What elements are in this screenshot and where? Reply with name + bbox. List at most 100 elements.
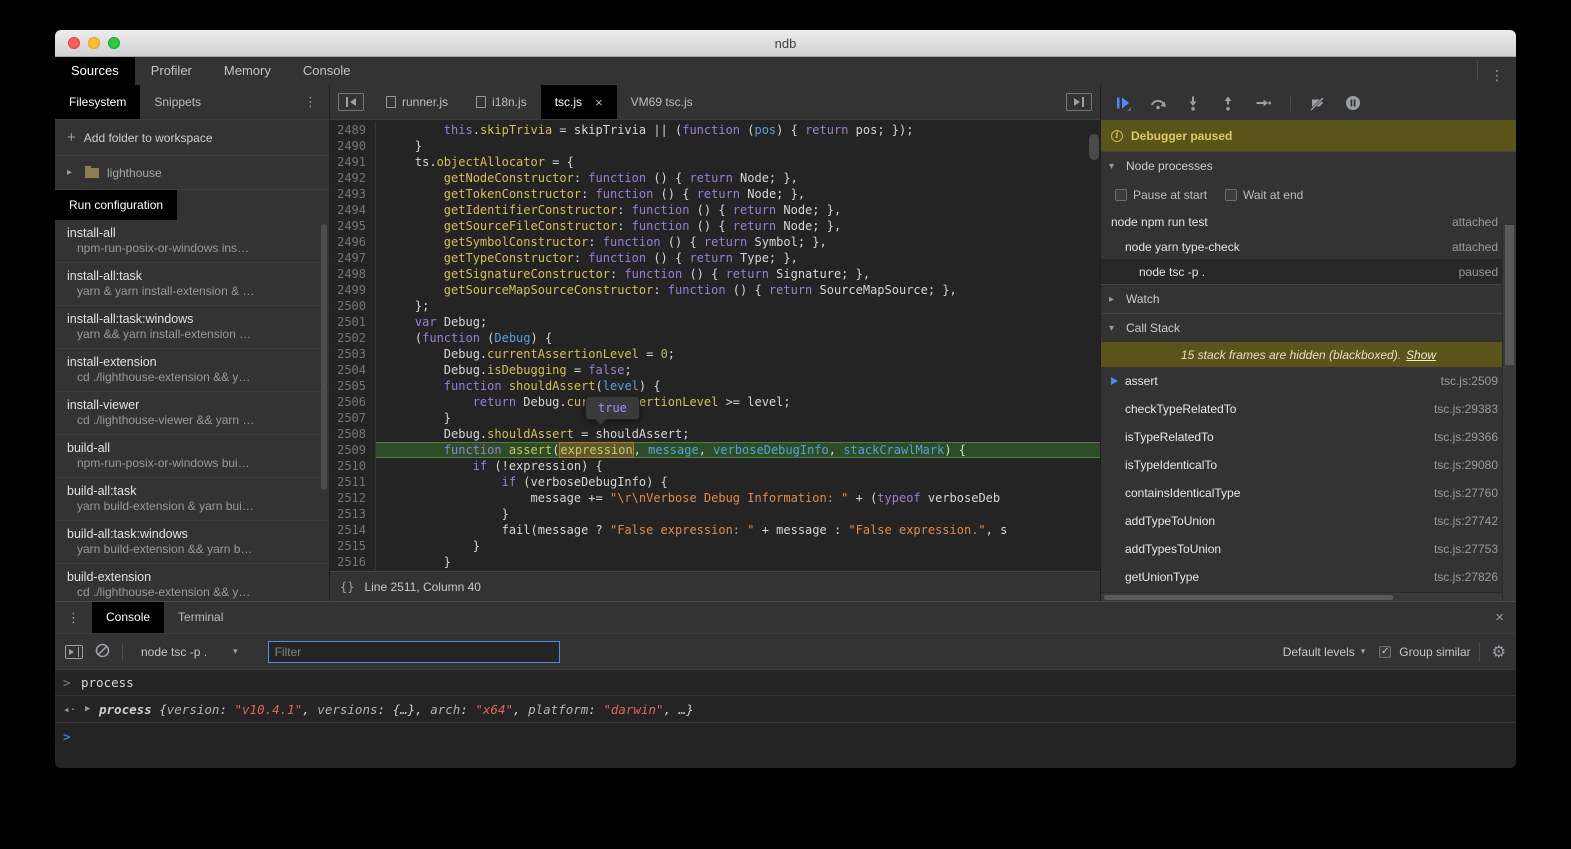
right-panel-hscrollbar[interactable] bbox=[1101, 592, 1502, 601]
code-line[interactable]: 2491 ts.objectAllocator = { bbox=[330, 154, 1100, 170]
line-number[interactable]: 2499 bbox=[330, 282, 376, 298]
run-config-item[interactable]: install-extensioncd ./lighthouse-extensi… bbox=[55, 349, 329, 392]
console-menu-icon[interactable]: ⋮ bbox=[55, 610, 92, 626]
execution-context-select[interactable]: node tsc -p . ▾ bbox=[135, 645, 244, 659]
step-into-button[interactable] bbox=[1185, 95, 1201, 111]
step-out-button[interactable] bbox=[1220, 95, 1236, 111]
more-options-icon[interactable]: ⋮ bbox=[1477, 61, 1516, 81]
main-tab-profiler[interactable]: Profiler bbox=[135, 57, 208, 85]
line-number[interactable]: 2502 bbox=[330, 330, 376, 346]
run-config-item[interactable]: install-all:task:windowsyarn && yarn ins… bbox=[55, 306, 329, 349]
line-number[interactable]: 2510 bbox=[330, 458, 376, 474]
code-line[interactable]: 2493 getTokenConstructor: function () { … bbox=[330, 186, 1100, 202]
line-number[interactable]: 2501 bbox=[330, 314, 376, 330]
sidebar-tab-snippets[interactable]: Snippets bbox=[140, 85, 215, 119]
right-panel-vscrollbar[interactable] bbox=[1502, 225, 1516, 601]
console-tab-console[interactable]: Console bbox=[92, 602, 164, 633]
code-line[interactable]: 2512 message += "\r\nVerbose Debug Infor… bbox=[330, 490, 1100, 506]
sidebar-tab-filesystem[interactable]: Filesystem bbox=[55, 85, 140, 119]
line-number[interactable]: 2509 bbox=[330, 442, 376, 458]
add-folder-button[interactable]: + Add folder to workspace bbox=[55, 120, 329, 156]
checkbox-wait-at-end[interactable] bbox=[1225, 189, 1237, 201]
sidebar-menu-icon[interactable]: ⋮ bbox=[292, 94, 329, 110]
code-line[interactable]: 2495 getSourceFileConstructor: function … bbox=[330, 218, 1100, 234]
run-config-item[interactable]: install-allnpm-run-posix-or-windows ins… bbox=[55, 220, 329, 263]
run-config-item[interactable]: build-all:task:windowsyarn build-extensi… bbox=[55, 521, 329, 564]
console-output[interactable]: >process◂·▶process {version: "v10.4.1", … bbox=[55, 670, 1516, 768]
console-input-echo[interactable]: >process bbox=[55, 670, 1516, 696]
call-stack-section-header[interactable]: ▾ Call Stack bbox=[1101, 313, 1516, 342]
node-process-row[interactable]: node yarn type-checkattached bbox=[1101, 234, 1516, 259]
code-line[interactable]: 2507 } bbox=[330, 410, 1100, 426]
minimize-window-button[interactable] bbox=[88, 37, 100, 49]
code-line[interactable]: 2490 } bbox=[330, 138, 1100, 154]
code-line[interactable]: 2515 } bbox=[330, 538, 1100, 554]
main-tab-memory[interactable]: Memory bbox=[208, 57, 287, 85]
chevron-right-icon[interactable]: ▸ bbox=[67, 167, 77, 178]
filter-input[interactable] bbox=[268, 641, 560, 663]
sidebar-scrollbar[interactable] bbox=[321, 224, 327, 490]
call-stack-frame[interactable]: asserttsc.js:2509 bbox=[1101, 367, 1516, 395]
code-line[interactable]: 2511 if (verboseDebugInfo) { bbox=[330, 474, 1100, 490]
run-config-item[interactable]: build-allnpm-run-posix-or-windows bui… bbox=[55, 435, 329, 478]
code-line[interactable]: 2501 var Debug; bbox=[330, 314, 1100, 330]
line-number[interactable]: 2503 bbox=[330, 346, 376, 362]
line-number[interactable]: 2496 bbox=[330, 234, 376, 250]
line-number[interactable]: 2507 bbox=[330, 410, 376, 426]
node-process-row[interactable]: node tsc -p .paused bbox=[1101, 259, 1516, 284]
code-line[interactable]: 2503 Debug.currentAssertionLevel = 0; bbox=[330, 346, 1100, 362]
code-line[interactable]: 2509 function assert(expression, message… bbox=[330, 442, 1100, 458]
line-number[interactable]: 2513 bbox=[330, 506, 376, 522]
log-levels-select[interactable]: Default levels ▾ bbox=[1277, 645, 1372, 659]
show-console-sidebar-icon[interactable] bbox=[65, 645, 83, 659]
line-number[interactable]: 2511 bbox=[330, 474, 376, 490]
code-line[interactable]: 2514 fail(message ? "False expression: "… bbox=[330, 522, 1100, 538]
editor-tab-runner-js[interactable]: runner.js bbox=[372, 85, 462, 119]
expand-triangle-icon[interactable]: ▶ bbox=[85, 704, 99, 714]
code-editor[interactable]: 2489 this.skipTrivia = skipTrivia || (fu… bbox=[330, 120, 1100, 571]
deactivate-breakpoints-button[interactable] bbox=[1310, 95, 1326, 111]
zoom-window-button[interactable] bbox=[108, 37, 120, 49]
code-line[interactable]: 2500 }; bbox=[330, 298, 1100, 314]
scrollbar-thumb[interactable] bbox=[1505, 225, 1514, 365]
editor-tab-vm69-tsc-js[interactable]: VM69 tsc.js bbox=[617, 85, 707, 119]
code-line[interactable]: 2508 Debug.shouldAssert = shouldAssert; bbox=[330, 426, 1100, 442]
call-stack-frame[interactable]: containsIdenticalTypetsc.js:27760 bbox=[1101, 479, 1516, 507]
pretty-print-icon[interactable]: {} bbox=[340, 580, 354, 594]
console-tab-terminal[interactable]: Terminal bbox=[164, 602, 237, 633]
collapse-navigator-icon[interactable] bbox=[338, 93, 364, 111]
line-number[interactable]: 2506 bbox=[330, 394, 376, 410]
line-number[interactable]: 2508 bbox=[330, 426, 376, 442]
pause-on-exceptions-button[interactable] bbox=[1345, 95, 1361, 111]
code-line[interactable]: 2497 getTypeConstructor: function () { r… bbox=[330, 250, 1100, 266]
run-config-item[interactable]: install-viewercd ./lighthouse-viewer && … bbox=[55, 392, 329, 435]
line-number[interactable]: 2498 bbox=[330, 266, 376, 282]
code-line[interactable]: 2510 if (!expression) { bbox=[330, 458, 1100, 474]
close-window-button[interactable] bbox=[68, 37, 80, 49]
scrollbar-thumb[interactable] bbox=[1104, 595, 1393, 600]
group-similar-checkbox[interactable]: ✓ bbox=[1379, 646, 1391, 658]
code-line[interactable]: 2498 getSignatureConstructor: function (… bbox=[330, 266, 1100, 282]
line-number[interactable]: 2514 bbox=[330, 522, 376, 538]
code-line[interactable]: 2505 function shouldAssert(level) { bbox=[330, 378, 1100, 394]
line-number[interactable]: 2504 bbox=[330, 362, 376, 378]
code-line[interactable]: 2506 return Debug.currentAssertionLevel … bbox=[330, 394, 1100, 410]
node-process-row[interactable]: node npm run testattached bbox=[1101, 209, 1516, 234]
step-over-button[interactable] bbox=[1150, 95, 1166, 111]
close-console-icon[interactable]: × bbox=[1483, 609, 1516, 626]
code-line[interactable]: 2513 } bbox=[330, 506, 1100, 522]
close-tab-icon[interactable]: × bbox=[595, 85, 603, 120]
line-number[interactable]: 2495 bbox=[330, 218, 376, 234]
line-number[interactable]: 2492 bbox=[330, 170, 376, 186]
line-number[interactable]: 2512 bbox=[330, 490, 376, 506]
line-number[interactable]: 2497 bbox=[330, 250, 376, 266]
checkbox-pause-at-start[interactable] bbox=[1115, 189, 1127, 201]
code-line[interactable]: 2504 Debug.isDebugging = false; bbox=[330, 362, 1100, 378]
open-debugger-pane-icon[interactable] bbox=[1066, 93, 1092, 111]
call-stack-frame[interactable]: checkTypeRelatedTotsc.js:29383 bbox=[1101, 395, 1516, 423]
workspace-folder-row[interactable]: ▸ lighthouse bbox=[55, 156, 329, 190]
code-line[interactable]: 2489 this.skipTrivia = skipTrivia || (fu… bbox=[330, 122, 1100, 138]
main-tab-sources[interactable]: Sources bbox=[55, 57, 135, 85]
line-number[interactable]: 2505 bbox=[330, 378, 376, 394]
watch-section-header[interactable]: ▸ Watch bbox=[1101, 284, 1516, 313]
